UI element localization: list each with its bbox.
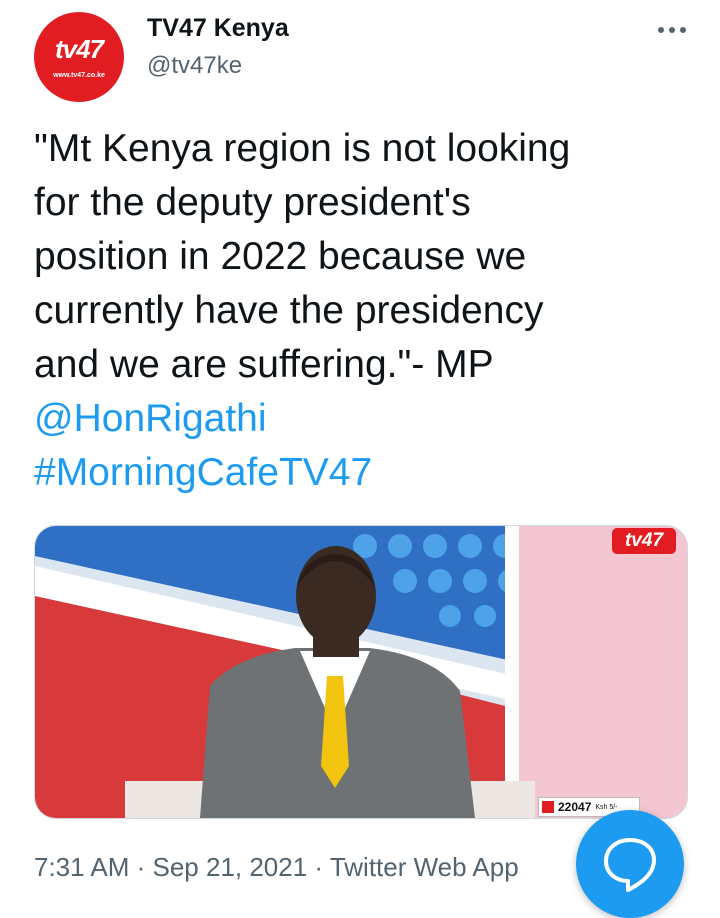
tweet-text: "Mt Kenya region is not looking for the …: [34, 122, 694, 500]
more-dot: [658, 27, 664, 33]
tweet-meta: 7:31 AM · Sep 21, 2021 · Twitter Web App: [34, 852, 519, 882]
tweet-line: for the deputy president's: [34, 181, 471, 224]
reply-bubble-icon-glyph: [604, 838, 656, 892]
avatar[interactable]: tv47 www.tv47.co.ke: [34, 12, 124, 102]
more-options-icon[interactable]: [652, 22, 692, 38]
tweet-line: "Mt Kenya region is not looking: [34, 127, 571, 170]
avatar-logo-url: www.tv47.co.ke: [53, 72, 105, 79]
ticker-small-text: Ksh 5/-: [595, 803, 618, 811]
media-illustration: [35, 526, 687, 818]
mention-link[interactable]: @HonRigathi: [34, 392, 694, 446]
more-dot: [669, 27, 675, 33]
ticker-value: 22047: [558, 800, 592, 814]
tweet-line: and we are suffering."- MP: [34, 343, 494, 386]
ticker-icon: [542, 801, 554, 813]
media-channel-logo: tv47: [612, 528, 676, 554]
tweet-line: currently have the presidency: [34, 289, 544, 332]
tweet-line: position in 2022 because we: [34, 235, 527, 278]
avatar-logo-text: tv47: [54, 34, 104, 64]
hashtag-link[interactable]: #MorningCafeTV47: [34, 446, 694, 500]
display-name[interactable]: TV47 Kenya: [147, 14, 289, 43]
more-dot: [680, 27, 686, 33]
user-handle[interactable]: @tv47ke: [147, 52, 242, 80]
tweet-media-image[interactable]: [34, 525, 688, 819]
